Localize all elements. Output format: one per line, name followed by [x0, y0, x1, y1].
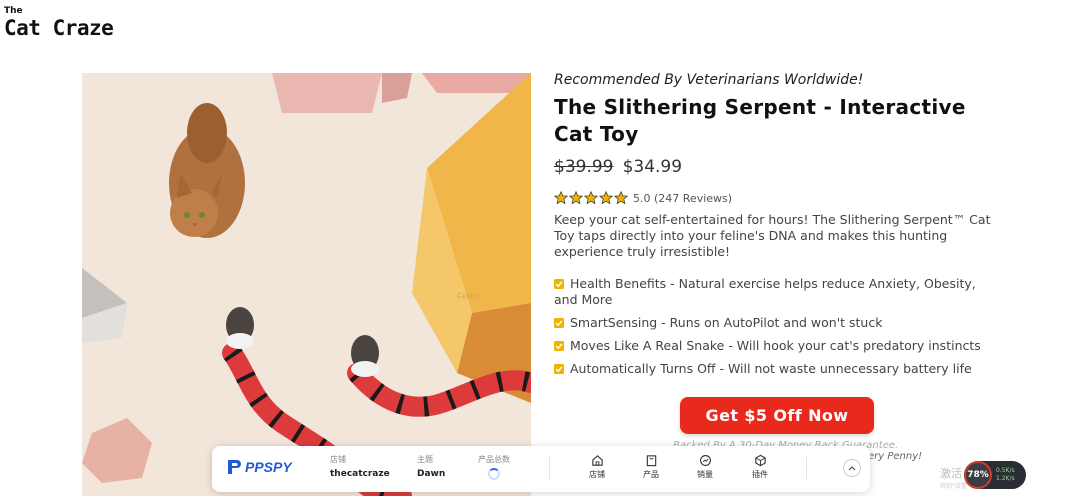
product-title: The Slithering Serpent - Interactive Cat…: [554, 95, 966, 146]
ppspy-plugins-button[interactable]: 插件: [745, 454, 775, 480]
chevron-up-icon: [848, 466, 856, 471]
rating-text: 5.0 (247 Reviews): [633, 191, 733, 205]
ppspy-store-field: 店铺 thecatcraze: [330, 454, 390, 479]
ppspy-store-button-label: 店铺: [589, 470, 605, 479]
ppspy-products-label: 产品总数: [478, 455, 510, 464]
product-tagline: Recommended By Veterinarians Worldwide!: [554, 72, 864, 88]
feature-text: SmartSensing - Runs on AutoPilot and won…: [570, 315, 883, 330]
feature-text: Moves Like A Real Snake - Will hook your…: [570, 338, 981, 353]
upload-speed: 0.5K/s: [996, 467, 1015, 474]
rating-row[interactable]: 5.0 (247 Reviews): [554, 189, 994, 207]
ppspy-theme-field: 主题 Dawn: [417, 454, 445, 479]
product-info: Recommended By Veterinarians Worldwide! …: [554, 72, 994, 384]
product-image[interactable]: Feeko: [82, 73, 531, 496]
ppspy-logo-icon: [228, 460, 241, 474]
price-block: $39.99 $34.99: [554, 157, 994, 183]
ppspy-store-label: 店铺: [330, 455, 346, 464]
ppspy-products-field: 产品总数: [478, 454, 510, 480]
store-logo-name: Cat Craze: [4, 16, 114, 40]
ppspy-products-button-label: 产品: [643, 470, 659, 479]
feature-list: Health Benefits - Natural exercise helps…: [554, 276, 994, 377]
get-discount-button[interactable]: Get $5 Off Now: [680, 397, 874, 434]
ppspy-theme-label: 主题: [417, 455, 433, 464]
star-icon: [569, 191, 583, 205]
store-logo[interactable]: The Cat Craze: [4, 6, 134, 40]
feature-item: Health Benefits - Natural exercise helps…: [554, 276, 994, 308]
photo-watermark: Feeko: [457, 292, 480, 301]
checkbox-icon: [554, 279, 564, 289]
feature-item: Automatically Turns Off - Will not waste…: [554, 361, 994, 377]
ppspy-logo[interactable]: PPSPY: [226, 458, 292, 476]
guarantee-subtext: ery Penny!: [868, 451, 923, 462]
bag-icon: [646, 455, 656, 467]
ppspy-plugins-button-label: 插件: [752, 470, 768, 479]
feature-item: Moves Like A Real Snake - Will hook your…: [554, 338, 994, 354]
star-icon: [584, 191, 598, 205]
ppspy-divider: [549, 457, 550, 479]
star-icon: [554, 191, 568, 205]
compare-at-price: $39.99: [554, 157, 614, 177]
network-stats: 0.5K/s 1.2K/s: [996, 467, 1015, 483]
home-icon: [591, 455, 603, 466]
star-icon: [599, 191, 613, 205]
ppspy-logo-text: PPSPY: [245, 459, 292, 475]
loading-spinner-icon: [488, 468, 500, 480]
collapse-button[interactable]: [843, 459, 861, 477]
feature-text: Automatically Turns Off - Will not waste…: [570, 361, 972, 376]
ppspy-theme-value: Dawn: [417, 469, 446, 479]
store-logo-prefix: The: [4, 6, 23, 16]
feature-item: SmartSensing - Runs on AutoPilot and won…: [554, 315, 994, 331]
sales-icon: [699, 455, 711, 466]
sale-price: $34.99: [622, 157, 683, 177]
ppspy-products-button[interactable]: 产品: [636, 454, 666, 480]
ppspy-sales-button[interactable]: 销量: [690, 454, 720, 480]
ppspy-toolbar: PPSPY 店铺 thecatcraze 主题 Dawn 产品总数 店铺 产品 …: [212, 446, 870, 492]
checkbox-icon: [554, 341, 564, 351]
star-icon: [614, 191, 628, 205]
performance-gauge: 78%: [964, 461, 992, 489]
product-description: Keep your cat self-entertained for hours…: [554, 212, 991, 259]
ppspy-sales-button-label: 销量: [697, 470, 713, 479]
ppspy-store-value: thecatcraze: [330, 469, 390, 479]
feature-text: Health Benefits - Natural exercise helps…: [554, 276, 976, 307]
product-photo-illustration: Feeko: [82, 73, 531, 496]
cube-icon: [754, 454, 766, 467]
ppspy-divider: [806, 457, 807, 479]
performance-widget[interactable]: 78% 0.5K/s 1.2K/s: [964, 461, 1026, 489]
checkbox-icon: [554, 364, 564, 374]
ppspy-store-button[interactable]: 店铺: [582, 454, 612, 480]
checkbox-icon: [554, 318, 564, 328]
download-speed: 1.2K/s: [996, 475, 1015, 482]
